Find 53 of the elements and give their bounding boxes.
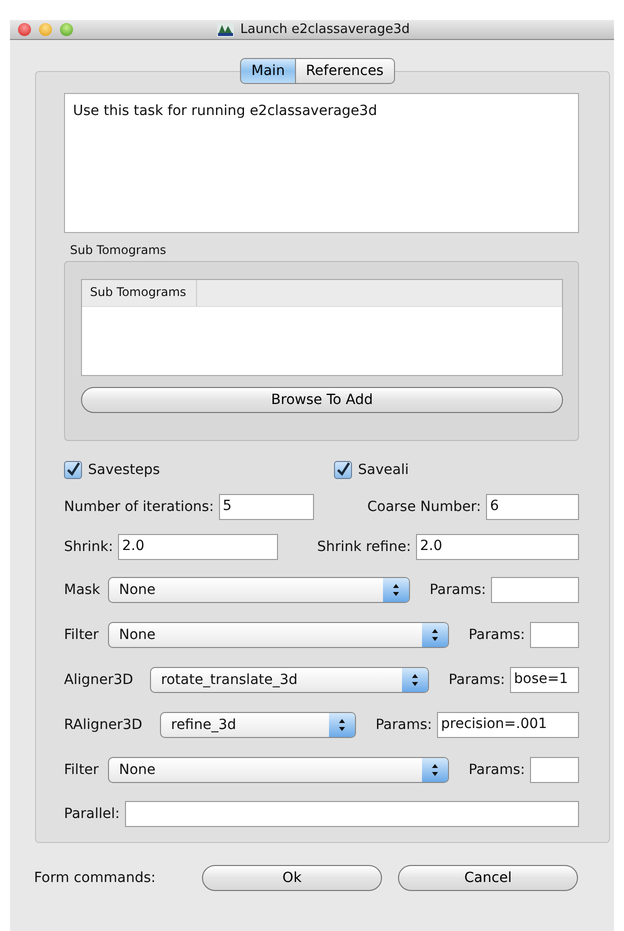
close-icon[interactable] (18, 23, 31, 36)
list-box[interactable]: Sub Tomograms (81, 279, 563, 376)
footer-label: Form commands: (34, 870, 157, 886)
params-field[interactable] (530, 622, 579, 648)
tab[interactable]: Main (240, 58, 296, 84)
dropdown[interactable]: None (108, 756, 449, 782)
field-label: Filter (64, 762, 100, 778)
input-field[interactable]: 2.0 (118, 534, 278, 560)
field-label: Mask (64, 582, 102, 598)
input-field[interactable]: 6 (486, 494, 579, 520)
dropdown[interactable]: None (108, 622, 449, 648)
checkbox-label: Saveali (358, 462, 409, 478)
checkbox[interactable] (334, 461, 352, 479)
field-label: Coarse Number: (367, 499, 481, 515)
field-label: Params: (468, 762, 525, 778)
dropdown[interactable]: rotate_translate_3d (150, 666, 429, 692)
field-label: Parallel: (64, 806, 120, 822)
field-label: Params: (430, 582, 486, 598)
field-label: Shrink refine: (317, 539, 411, 555)
stepper-arrows-icon (402, 668, 428, 692)
stepper-arrows-icon (422, 622, 448, 646)
checkbox-label: Savesteps (88, 462, 160, 478)
input-field[interactable]: 2.0 (416, 534, 579, 560)
field-label: Params: (376, 716, 432, 732)
zoom-icon[interactable] (60, 23, 73, 36)
field-label: Params: (448, 672, 505, 688)
window-title: Launch e2classaverage3d (240, 22, 410, 37)
checkbox[interactable] (64, 461, 82, 479)
tab[interactable]: References (296, 58, 395, 84)
stepper-arrows-icon (382, 578, 409, 602)
group-title: Sub Tomograms (70, 243, 168, 259)
input-field[interactable]: 5 (218, 494, 314, 520)
params-field[interactable]: bose=1 (510, 666, 579, 692)
field-label: Params: (468, 626, 525, 642)
field-label: RAligner3D (64, 716, 144, 732)
field-label: Aligner3D (64, 672, 134, 688)
browse-button[interactable]: Browse To Add (81, 387, 563, 413)
app-icon (217, 22, 234, 36)
input-field[interactable] (124, 801, 579, 827)
params-field[interactable]: precision=.001 (437, 712, 579, 738)
params-field[interactable] (491, 576, 579, 602)
field-label: Shrink: (64, 539, 114, 555)
minimize-icon[interactable] (39, 23, 52, 36)
dialog-button[interactable]: Ok (202, 865, 382, 891)
dropdown[interactable]: refine_3d (160, 712, 356, 738)
dropdown[interactable]: None (108, 576, 410, 602)
dialog-button[interactable]: Cancel (398, 865, 578, 891)
stepper-arrows-icon (328, 712, 355, 736)
params-field[interactable] (530, 756, 579, 782)
field-label: Filter (64, 626, 100, 642)
stepper-arrows-icon (422, 758, 448, 782)
field-label: Number of iterations: (64, 499, 214, 515)
description-box: Use this task for running e2classaverage3d (64, 93, 579, 233)
